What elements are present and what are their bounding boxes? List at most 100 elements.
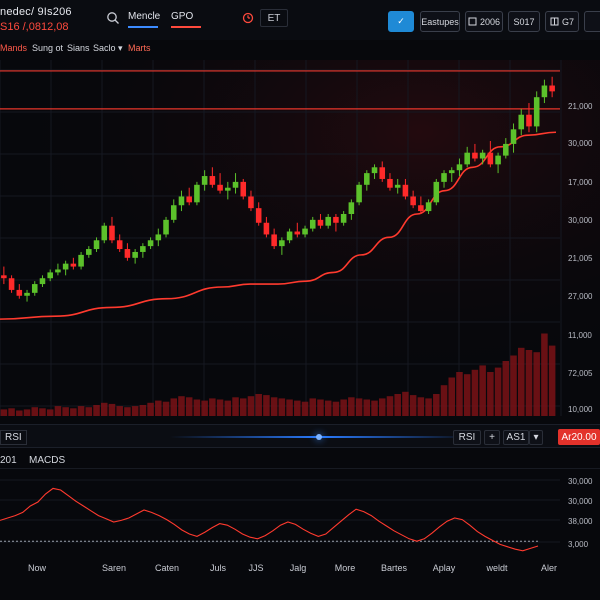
candle-body [255,208,262,223]
menu-item-saclo[interactable]: Saclo ▾ [93,43,123,54]
candle-body [425,202,432,212]
volume-bar [239,398,247,416]
s017-button[interactable]: S017 [508,11,540,32]
candle-body [479,152,486,159]
volume-bar [93,405,100,416]
add-indicator-button[interactable]: + [484,430,500,445]
candle-body [549,85,555,92]
check-icon: ✓ [397,16,405,26]
indicator-chart[interactable] [0,470,600,558]
candle-body [441,173,447,182]
ind-y-label-2: 30,000 [568,497,593,506]
layout-button-label: G7 [561,16,574,27]
volume-bar [371,400,378,416]
volume-bar [340,399,347,416]
symbol-price: S16 /,0812,08 [0,21,69,33]
volume-bar [116,406,123,416]
volume-bar [54,406,62,416]
tab-mencle[interactable]: Mencle [128,11,160,28]
indicator-grid [0,479,560,543]
candle-body [325,216,331,226]
candle-body [263,222,270,235]
layout-button[interactable]: G7 [545,11,579,32]
x-label-1: Now [27,563,47,573]
rsi-tag[interactable]: RSI [0,430,27,445]
alert-clock-icon[interactable] [241,11,255,25]
candle-body [340,214,347,223]
candle-body [240,181,247,197]
volume-bar [247,396,255,416]
volume-bar [124,407,131,416]
candle-body [39,278,46,285]
volume-bar [162,401,170,416]
volume-bar [378,398,386,416]
volume-bar [70,408,77,416]
volume-bar [417,397,425,416]
volume-bar [131,406,139,416]
volume-bar [100,402,108,416]
volume-bar [517,347,525,416]
tab-mencle-underline [128,26,158,28]
candle-body [109,225,115,241]
indicator-period[interactable]: 201 [0,455,17,466]
volume-bar [386,396,394,416]
volume-bar [31,407,39,416]
as1-button[interactable]: AS1 [503,430,529,445]
eastupes-button[interactable]: Eastupes [420,11,460,32]
interval-button[interactable]: 2006 [465,11,503,32]
volume-bar [39,408,46,416]
volume-bar [409,395,417,416]
volume-bar [309,398,317,416]
volume-bar [456,372,463,416]
candle-body [472,152,478,159]
candle-body [93,240,100,250]
menu-item-marts[interactable]: Marts [128,43,151,53]
price-alert-button[interactable]: Ar20.00 [558,429,600,445]
volume-bar [155,400,162,416]
search-icon[interactable] [106,11,120,25]
menu-item-sung-ot[interactable]: Sung ot [32,43,63,53]
candle-body [31,284,38,293]
more-button[interactable] [584,11,600,32]
candle-body [495,155,501,165]
time-axis[interactable]: Now Saren Caten Juls JJS Jalg More Barte… [0,560,600,580]
price-chart[interactable] [0,60,600,420]
ind-y-label-1: 30,000 [568,477,593,486]
ind-y-label-3: 38,000 [568,517,593,526]
volume-bar [402,391,409,416]
volume-bar [224,400,232,416]
candle-body [55,269,61,273]
volume-bar [77,406,85,416]
candle-body [433,181,440,203]
interval-button-label: 2006 [479,16,501,27]
indicator-dropdown[interactable]: ▾ [529,430,543,445]
volume-bar [525,350,533,416]
candle-body [101,225,108,241]
x-label-7: More [334,563,356,573]
volume-bar [317,399,324,416]
main-y-label-6: 27,000 [568,292,593,301]
confirm-button[interactable]: ✓ [388,11,414,32]
et-button[interactable]: ET [260,9,288,27]
candle-body [186,196,192,203]
x-label-4: Juls [209,563,227,573]
candle-body [448,170,455,174]
rsi-button[interactable]: RSI [453,430,481,445]
candle-body [16,289,23,296]
volume-bar [16,410,23,416]
volume-bar [541,333,548,416]
volume-bar [147,402,154,416]
volume-bar [62,407,69,416]
main-y-label-1: 21,000 [568,102,593,111]
tab-gpo[interactable]: GPO [171,11,201,28]
menu-item-sians[interactable]: Sians [67,43,90,53]
menu-item-mands[interactable]: Mands [0,43,27,53]
candle-body [302,228,308,235]
x-label-11: Aler [540,563,558,573]
candle-body [402,184,409,197]
chart-menu-row: Mands Sung ot Sians Saclo ▾ Marts [0,41,600,57]
indicator-name[interactable]: MACDS [29,455,65,466]
candle-body [410,196,416,206]
symbol-title[interactable]: nedec/ 9Is206 [0,6,72,18]
pane-resize-handle[interactable] [316,434,322,440]
